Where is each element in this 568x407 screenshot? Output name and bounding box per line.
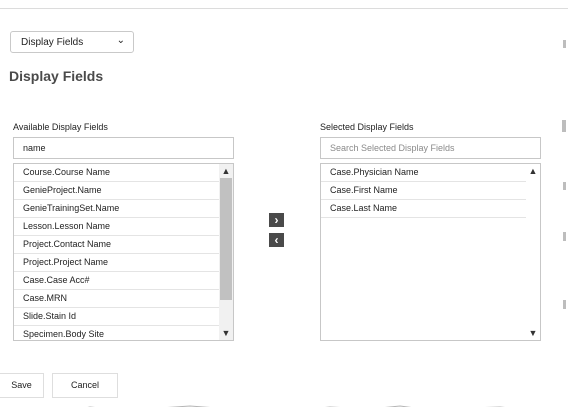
list-item[interactable]: Project.Project Name — [14, 254, 233, 272]
list-item[interactable]: Case.MRN — [14, 290, 233, 308]
selected-fields-label: Selected Display Fields — [320, 122, 414, 132]
view-selector-value: Display Fields — [21, 37, 84, 48]
save-button[interactable]: Save — [0, 373, 44, 398]
edge-artifact — [563, 300, 566, 309]
available-fields-list[interactable]: Course.Course Name GenieProject.Name Genie… — [13, 163, 234, 341]
list-item[interactable]: Case.Case Acc# — [14, 272, 233, 290]
edge-artifact — [563, 182, 566, 190]
selected-scrollbar[interactable]: ▲ ▼ — [526, 164, 540, 340]
scroll-down-icon[interactable]: ▼ — [526, 328, 540, 338]
available-search-input[interactable]: name — [13, 137, 234, 159]
move-left-button[interactable]: ‹ — [269, 233, 284, 247]
list-item[interactable]: Lesson.Lesson Name — [14, 218, 233, 236]
move-right-button[interactable]: › — [269, 213, 284, 227]
list-item[interactable]: GenieTrainingSet.Name — [14, 200, 233, 218]
top-divider — [0, 8, 568, 9]
page-title: Display Fields — [9, 68, 104, 84]
list-item[interactable]: Case.First Name — [321, 182, 540, 200]
available-fields-label: Available Display Fields — [13, 122, 108, 132]
edge-artifact — [562, 120, 566, 132]
list-item[interactable]: Case.Last Name — [321, 200, 540, 218]
list-item[interactable]: GenieProject.Name — [14, 182, 233, 200]
bottom-artifact — [0, 399, 568, 407]
scroll-down-icon[interactable]: ▼ — [219, 328, 233, 338]
chevron-right-icon: › — [274, 213, 279, 227]
available-scrollbar[interactable]: ▲ ▼ — [219, 164, 233, 340]
chevron-left-icon: ‹ — [274, 233, 279, 247]
scroll-up-icon[interactable]: ▲ — [526, 166, 540, 176]
available-rows: Course.Course Name GenieProject.Name Genie… — [14, 164, 233, 340]
scrollbar-thumb[interactable] — [220, 178, 232, 300]
list-item[interactable]: Slide.Stain Id — [14, 308, 233, 326]
cancel-button[interactable]: Cancel — [52, 373, 118, 398]
selected-fields-list[interactable]: Case.Physician Name Case.First Name Case.L… — [320, 163, 541, 341]
selected-search-input[interactable]: Search Selected Display Fields — [320, 137, 541, 159]
selected-rows: Case.Physician Name Case.First Name Case.L… — [321, 164, 540, 218]
edge-artifact — [563, 232, 566, 241]
view-selector[interactable]: Display Fields ⌄ — [10, 31, 134, 53]
list-item[interactable]: Case.Physician Name — [321, 164, 540, 182]
list-item[interactable]: Course.Course Name — [14, 164, 233, 182]
scroll-up-icon[interactable]: ▲ — [219, 166, 233, 176]
list-item[interactable]: Project.Contact Name — [14, 236, 233, 254]
edge-artifact — [563, 40, 566, 48]
list-item[interactable]: Specimen.Body Site — [14, 326, 233, 340]
chevron-down-icon: ⌄ — [116, 35, 125, 46]
